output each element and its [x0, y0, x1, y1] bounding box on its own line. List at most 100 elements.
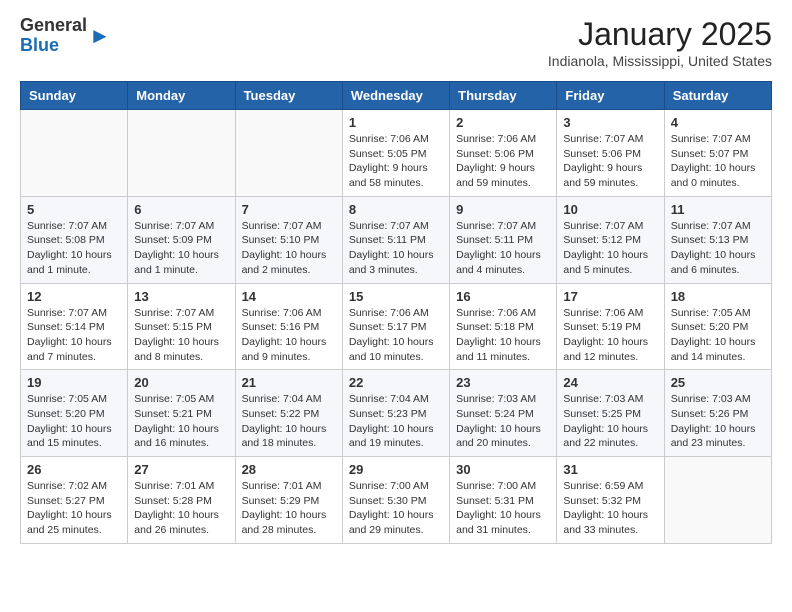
col-header-tuesday: Tuesday: [235, 82, 342, 110]
day-cell: 16 Sunrise: 7:06 AM Sunset: 5:18 PM Dayli…: [450, 283, 557, 370]
day-cell: 18Sunrise: 7:05 AM Sunset: 5:20 PM Dayli…: [664, 283, 771, 370]
day-cell: 25Sunrise: 7:03 AM Sunset: 5:26 PM Dayli…: [664, 370, 771, 457]
day-cell: [128, 110, 235, 197]
day-info: Sunrise: 7:07 AM Sunset: 5:09 PM Dayligh…: [134, 219, 228, 278]
day-info: Sunrise: 7:05 AM Sunset: 5:20 PM Dayligh…: [27, 392, 121, 451]
day-cell: [235, 110, 342, 197]
day-number: 15: [349, 289, 443, 304]
day-info: Sunrise: 7:00 AM Sunset: 5:30 PM Dayligh…: [349, 479, 443, 538]
day-number: 26: [27, 462, 121, 477]
logo-blue-text: Blue: [20, 36, 87, 56]
day-cell: 28 Sunrise: 7:01 AM Sunset: 5:29 PM Dayli…: [235, 457, 342, 544]
logo: General Blue ►: [20, 16, 111, 56]
day-cell: [21, 110, 128, 197]
logo-arrow-icon: ►: [89, 25, 111, 47]
day-number: 10: [563, 202, 657, 217]
day-number: 25: [671, 375, 765, 390]
day-cell: 31Sunrise: 6:59 AM Sunset: 5:32 PM Dayli…: [557, 457, 664, 544]
day-number: 19: [27, 375, 121, 390]
logo-general-text: General: [20, 16, 87, 36]
day-number: 30: [456, 462, 550, 477]
day-number: 28: [242, 462, 336, 477]
day-number: 5: [27, 202, 121, 217]
day-cell: 15Sunrise: 7:06 AM Sunset: 5:17 PM Dayli…: [342, 283, 449, 370]
day-number: 6: [134, 202, 228, 217]
day-cell: 14 Sunrise: 7:06 AM Sunset: 5:16 PM Dayli…: [235, 283, 342, 370]
week-row-3: 12 Sunrise: 7:07 AM Sunset: 5:14 PM Dayli…: [21, 283, 772, 370]
day-cell: 10 Sunrise: 7:07 AM Sunset: 5:12 PM Dayli…: [557, 196, 664, 283]
day-number: 11: [671, 202, 765, 217]
day-info: Sunrise: 7:04 AM Sunset: 5:23 PM Dayligh…: [349, 392, 443, 451]
day-cell: 26 Sunrise: 7:02 AM Sunset: 5:27 PM Dayli…: [21, 457, 128, 544]
day-info: Sunrise: 7:06 AM Sunset: 5:05 PM Dayligh…: [349, 132, 443, 191]
day-info: Sunrise: 6:59 AM Sunset: 5:32 PM Dayligh…: [563, 479, 657, 538]
day-cell: [664, 457, 771, 544]
page-header: General Blue ► January 2025 Indianola, M…: [20, 16, 772, 69]
day-info: Sunrise: 7:07 AM Sunset: 5:11 PM Dayligh…: [456, 219, 550, 278]
day-cell: 6 Sunrise: 7:07 AM Sunset: 5:09 PM Daylig…: [128, 196, 235, 283]
day-info: Sunrise: 7:04 AM Sunset: 5:22 PM Dayligh…: [242, 392, 336, 451]
day-number: 4: [671, 115, 765, 130]
day-number: 7: [242, 202, 336, 217]
col-header-wednesday: Wednesday: [342, 82, 449, 110]
day-number: 8: [349, 202, 443, 217]
day-number: 23: [456, 375, 550, 390]
day-number: 27: [134, 462, 228, 477]
day-info: Sunrise: 7:07 AM Sunset: 5:12 PM Dayligh…: [563, 219, 657, 278]
day-cell: 1 Sunrise: 7:06 AM Sunset: 5:05 PM Daylig…: [342, 110, 449, 197]
day-number: 1: [349, 115, 443, 130]
month-title: January 2025: [548, 16, 772, 53]
day-number: 13: [134, 289, 228, 304]
day-cell: 21 Sunrise: 7:04 AM Sunset: 5:22 PM Dayli…: [235, 370, 342, 457]
day-cell: 5Sunrise: 7:07 AM Sunset: 5:08 PM Daylig…: [21, 196, 128, 283]
day-cell: 11 Sunrise: 7:07 AM Sunset: 5:13 PM Dayli…: [664, 196, 771, 283]
day-info: Sunrise: 7:06 AM Sunset: 5:06 PM Dayligh…: [456, 132, 550, 191]
day-cell: 22 Sunrise: 7:04 AM Sunset: 5:23 PM Dayli…: [342, 370, 449, 457]
day-number: 2: [456, 115, 550, 130]
days-header-row: SundayMondayTuesdayWednesdayThursdayFrid…: [21, 82, 772, 110]
day-info: Sunrise: 7:01 AM Sunset: 5:28 PM Dayligh…: [134, 479, 228, 538]
day-info: Sunrise: 7:01 AM Sunset: 5:29 PM Dayligh…: [242, 479, 336, 538]
day-info: Sunrise: 7:06 AM Sunset: 5:18 PM Dayligh…: [456, 306, 550, 365]
day-info: Sunrise: 7:03 AM Sunset: 5:24 PM Dayligh…: [456, 392, 550, 451]
day-cell: 8 Sunrise: 7:07 AM Sunset: 5:11 PM Daylig…: [342, 196, 449, 283]
week-row-1: 1 Sunrise: 7:06 AM Sunset: 5:05 PM Daylig…: [21, 110, 772, 197]
day-number: 12: [27, 289, 121, 304]
week-row-4: 19 Sunrise: 7:05 AM Sunset: 5:20 PM Dayli…: [21, 370, 772, 457]
day-number: 18: [671, 289, 765, 304]
day-info: Sunrise: 7:07 AM Sunset: 5:14 PM Dayligh…: [27, 306, 121, 365]
col-header-monday: Monday: [128, 82, 235, 110]
title-section: January 2025 Indianola, Mississippi, Uni…: [548, 16, 772, 69]
day-cell: 27 Sunrise: 7:01 AM Sunset: 5:28 PM Dayli…: [128, 457, 235, 544]
day-number: 24: [563, 375, 657, 390]
day-cell: 12 Sunrise: 7:07 AM Sunset: 5:14 PM Dayli…: [21, 283, 128, 370]
col-header-sunday: Sunday: [21, 82, 128, 110]
day-number: 17: [563, 289, 657, 304]
day-info: Sunrise: 7:07 AM Sunset: 5:11 PM Dayligh…: [349, 219, 443, 278]
week-row-5: 26 Sunrise: 7:02 AM Sunset: 5:27 PM Dayli…: [21, 457, 772, 544]
day-info: Sunrise: 7:07 AM Sunset: 5:13 PM Dayligh…: [671, 219, 765, 278]
day-cell: 2 Sunrise: 7:06 AM Sunset: 5:06 PM Daylig…: [450, 110, 557, 197]
day-number: 14: [242, 289, 336, 304]
day-cell: 23 Sunrise: 7:03 AM Sunset: 5:24 PM Dayli…: [450, 370, 557, 457]
week-row-2: 5Sunrise: 7:07 AM Sunset: 5:08 PM Daylig…: [21, 196, 772, 283]
day-number: 29: [349, 462, 443, 477]
day-number: 3: [563, 115, 657, 130]
day-cell: 19 Sunrise: 7:05 AM Sunset: 5:20 PM Dayli…: [21, 370, 128, 457]
day-info: Sunrise: 7:02 AM Sunset: 5:27 PM Dayligh…: [27, 479, 121, 538]
day-number: 9: [456, 202, 550, 217]
day-number: 16: [456, 289, 550, 304]
day-cell: 17Sunrise: 7:06 AM Sunset: 5:19 PM Dayli…: [557, 283, 664, 370]
day-cell: 7 Sunrise: 7:07 AM Sunset: 5:10 PM Daylig…: [235, 196, 342, 283]
day-cell: 3Sunrise: 7:07 AM Sunset: 5:06 PM Daylig…: [557, 110, 664, 197]
day-number: 22: [349, 375, 443, 390]
location-subtitle: Indianola, Mississippi, United States: [548, 53, 772, 69]
col-header-friday: Friday: [557, 82, 664, 110]
day-number: 21: [242, 375, 336, 390]
day-info: Sunrise: 7:05 AM Sunset: 5:21 PM Dayligh…: [134, 392, 228, 451]
day-info: Sunrise: 7:00 AM Sunset: 5:31 PM Dayligh…: [456, 479, 550, 538]
day-info: Sunrise: 7:07 AM Sunset: 5:10 PM Dayligh…: [242, 219, 336, 278]
day-cell: 24Sunrise: 7:03 AM Sunset: 5:25 PM Dayli…: [557, 370, 664, 457]
day-info: Sunrise: 7:06 AM Sunset: 5:16 PM Dayligh…: [242, 306, 336, 365]
day-info: Sunrise: 7:07 AM Sunset: 5:07 PM Dayligh…: [671, 132, 765, 191]
